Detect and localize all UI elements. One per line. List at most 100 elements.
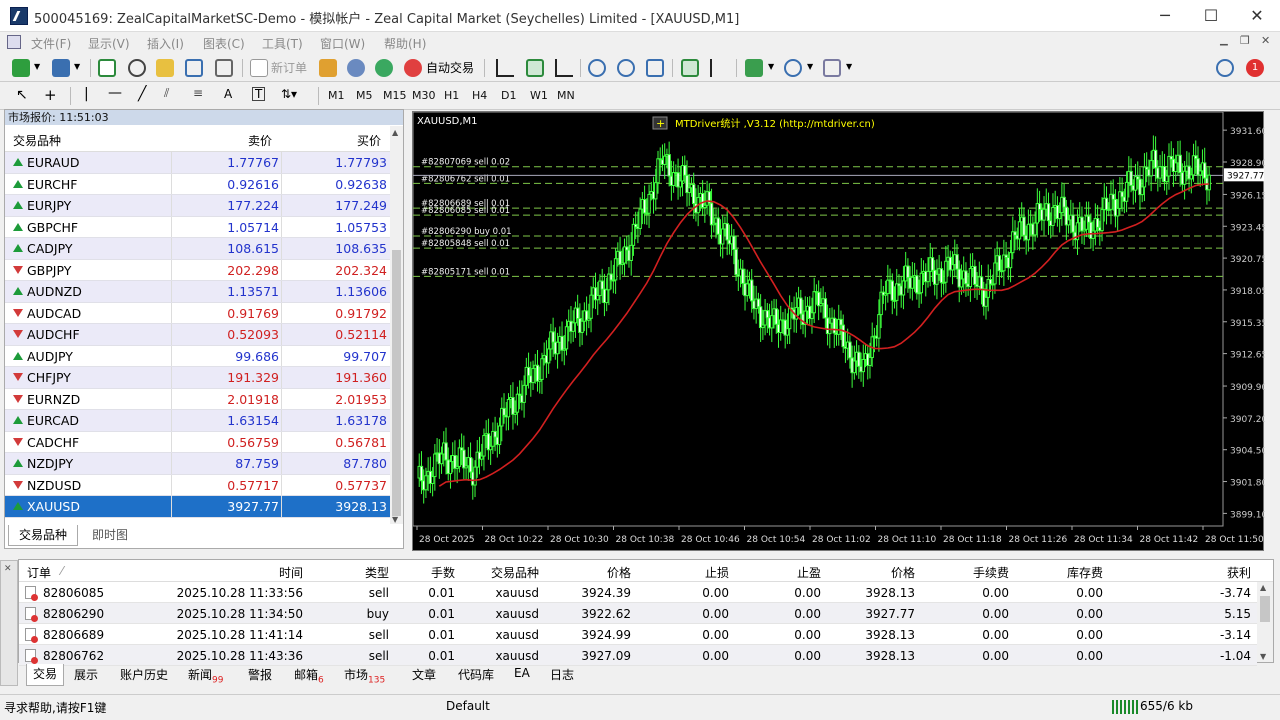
- data-window-icon[interactable]: [156, 59, 174, 77]
- trade-row[interactable]: 82806085 2025.10.28 11:33:56 sell 0.01 xauus…: [19, 582, 1257, 603]
- col-order[interactable]: 订单: [27, 564, 51, 581]
- timeframe-h4[interactable]: H4: [472, 89, 487, 102]
- market-watch-icon[interactable]: [98, 59, 116, 77]
- periods-icon[interactable]: [784, 59, 802, 77]
- col-type[interactable]: 类型: [319, 564, 389, 581]
- col-bid[interactable]: 卖价: [248, 132, 272, 149]
- horizontal-line-icon[interactable]: —: [108, 85, 122, 101]
- price-chart[interactable]: 3931.60 3928.90 3926.15 3923.45 3920.75 3918.…: [412, 111, 1267, 552]
- signals-icon[interactable]: [347, 59, 365, 77]
- tab-news[interactable]: 新闻99: [188, 666, 223, 685]
- search-icon[interactable]: [1216, 59, 1234, 77]
- tab-trade[interactable]: 交易: [26, 664, 65, 687]
- tab-journal[interactable]: 日志: [550, 666, 574, 685]
- strategy-tester-icon[interactable]: [215, 59, 233, 77]
- timeframe-w1[interactable]: W1: [530, 89, 548, 102]
- notifications-icon[interactable]: 1: [1246, 59, 1264, 77]
- timeframe-mn[interactable]: MN: [557, 89, 575, 102]
- tab-history[interactable]: 账户历史: [120, 666, 168, 685]
- menu-window[interactable]: 窗口(W): [320, 35, 365, 52]
- tab-experts[interactable]: EA: [514, 666, 530, 683]
- market-watch-row[interactable]: CADCHF 0.56759 0.56781: [5, 431, 393, 453]
- trade-row[interactable]: 82806290 2025.10.28 11:34:50 buy 0.01 xauusd…: [19, 603, 1257, 624]
- menu-tools[interactable]: 工具(T): [262, 35, 303, 52]
- market-watch-row[interactable]: EURJPY 177.224 177.249: [5, 195, 393, 217]
- trade-row[interactable]: 82806689 2025.10.28 11:41:14 sell 0.01 xauus…: [19, 624, 1257, 645]
- terminal-scrollbar[interactable]: ▲ ▼: [1257, 582, 1273, 662]
- timeframe-m1[interactable]: M1: [328, 89, 345, 102]
- menu-help[interactable]: 帮助(H): [384, 35, 426, 52]
- menu-insert[interactable]: 插入(I): [147, 35, 184, 52]
- tab-alerts[interactable]: 警报: [248, 666, 272, 685]
- market-watch-row[interactable]: GBPCHF 1.05714 1.05753: [5, 216, 393, 238]
- auto-trading-button[interactable]: 自动交易: [426, 59, 474, 76]
- minimize-button[interactable]: ─: [1142, 0, 1188, 32]
- channel-icon[interactable]: ⫽: [164, 86, 169, 101]
- text-label-icon[interactable]: T: [252, 87, 266, 101]
- col-tp[interactable]: 止盈: [739, 564, 821, 581]
- col-symbol[interactable]: 交易品种: [13, 132, 61, 149]
- market-watch-row[interactable]: NZDUSD 0.57717 0.57737: [5, 474, 393, 496]
- tile-windows-icon[interactable]: [646, 59, 664, 77]
- market-watch-row[interactable]: AUDCAD 0.91769 0.91792: [5, 302, 393, 324]
- text-icon[interactable]: A: [224, 87, 232, 101]
- chart-canvas[interactable]: 3931.60 3928.90 3926.15 3923.45 3920.75 3918.…: [412, 111, 1267, 552]
- tab-codebase[interactable]: 代码库: [458, 666, 494, 685]
- market-watch-row[interactable]: CADJPY 108.615 108.635: [5, 238, 393, 260]
- vertical-line-icon[interactable]: |: [84, 86, 89, 102]
- col-swap[interactable]: 库存费: [1009, 564, 1103, 581]
- chart-shift-icon[interactable]: [710, 59, 728, 77]
- toolbox-side-tab[interactable]: ✕: [0, 560, 18, 686]
- timeframe-h1[interactable]: H1: [444, 89, 459, 102]
- market-watch-row[interactable]: EURCHF 0.92616 0.92638: [5, 173, 393, 195]
- metaeditor-icon[interactable]: [319, 59, 337, 77]
- maximize-button[interactable]: ☐: [1188, 0, 1234, 32]
- market-watch-row[interactable]: CHFJPY 191.329 191.360: [5, 367, 393, 389]
- market-watch-row[interactable]: XAUUSD 3927.77 3928.13: [5, 496, 393, 518]
- new-order-icon[interactable]: [250, 59, 268, 77]
- line-chart-icon[interactable]: [555, 59, 573, 77]
- menu-view[interactable]: 显示(V): [88, 35, 130, 52]
- timeframe-d1[interactable]: D1: [501, 89, 516, 102]
- new-order-button[interactable]: 新订单: [271, 59, 307, 76]
- indicators-icon[interactable]: [745, 59, 763, 77]
- candlestick-icon[interactable]: [526, 59, 544, 77]
- connection-icon[interactable]: [375, 59, 393, 77]
- col-lots[interactable]: 手数: [399, 564, 455, 581]
- market-watch-row[interactable]: EURAUD 1.77767 1.77793: [5, 152, 393, 174]
- col-sl[interactable]: 止损: [639, 564, 729, 581]
- market-watch-row[interactable]: AUDNZD 1.13571 1.13606: [5, 281, 393, 303]
- col-open-price[interactable]: 价格: [559, 564, 631, 581]
- tab-exposure[interactable]: 展示: [74, 666, 98, 685]
- timeframe-m30[interactable]: M30: [412, 89, 436, 102]
- crosshair-icon[interactable]: +: [44, 86, 57, 104]
- menu-charts[interactable]: 图表(C): [203, 35, 245, 52]
- market-watch-row[interactable]: EURNZD 2.01918 2.01953: [5, 388, 393, 410]
- col-ask[interactable]: 买价: [357, 132, 381, 149]
- profiles-icon[interactable]: [52, 59, 70, 77]
- new-chart-icon[interactable]: [12, 59, 30, 77]
- timeframe-m15[interactable]: M15: [383, 89, 407, 102]
- tab-tick-chart[interactable]: 即时图: [82, 525, 138, 546]
- child-minimize-icon[interactable]: ▁: [1220, 35, 1228, 46]
- col-commission[interactable]: 手续费: [919, 564, 1009, 581]
- market-watch-row[interactable]: GBPJPY 202.298 202.324: [5, 259, 393, 281]
- navigator-icon[interactable]: [128, 59, 146, 77]
- market-watch-scrollbar[interactable]: ▲ ▼: [390, 126, 403, 524]
- tab-symbols[interactable]: 交易品种: [8, 525, 78, 546]
- cursor-icon[interactable]: ↖: [16, 87, 28, 103]
- market-watch-row[interactable]: AUDCHF 0.52093 0.52114: [5, 324, 393, 346]
- tab-articles[interactable]: 文章: [412, 666, 436, 685]
- terminal-icon[interactable]: [185, 59, 203, 77]
- fibonacci-icon[interactable]: ≡: [193, 86, 203, 100]
- col-symbol[interactable]: 交易品种: [459, 564, 539, 581]
- zoom-in-icon[interactable]: [588, 59, 606, 77]
- zoom-out-icon[interactable]: [617, 59, 635, 77]
- market-watch-row[interactable]: EURCAD 1.63154 1.63178: [5, 410, 393, 432]
- tab-market[interactable]: 市场135: [344, 666, 385, 685]
- arrows-icon[interactable]: ⇅▾: [281, 87, 297, 101]
- bar-chart-icon[interactable]: [496, 59, 514, 77]
- child-restore-icon[interactable]: ❐: [1240, 34, 1250, 47]
- auto-scroll-icon[interactable]: [681, 59, 699, 77]
- col-current-price[interactable]: 价格: [829, 564, 915, 581]
